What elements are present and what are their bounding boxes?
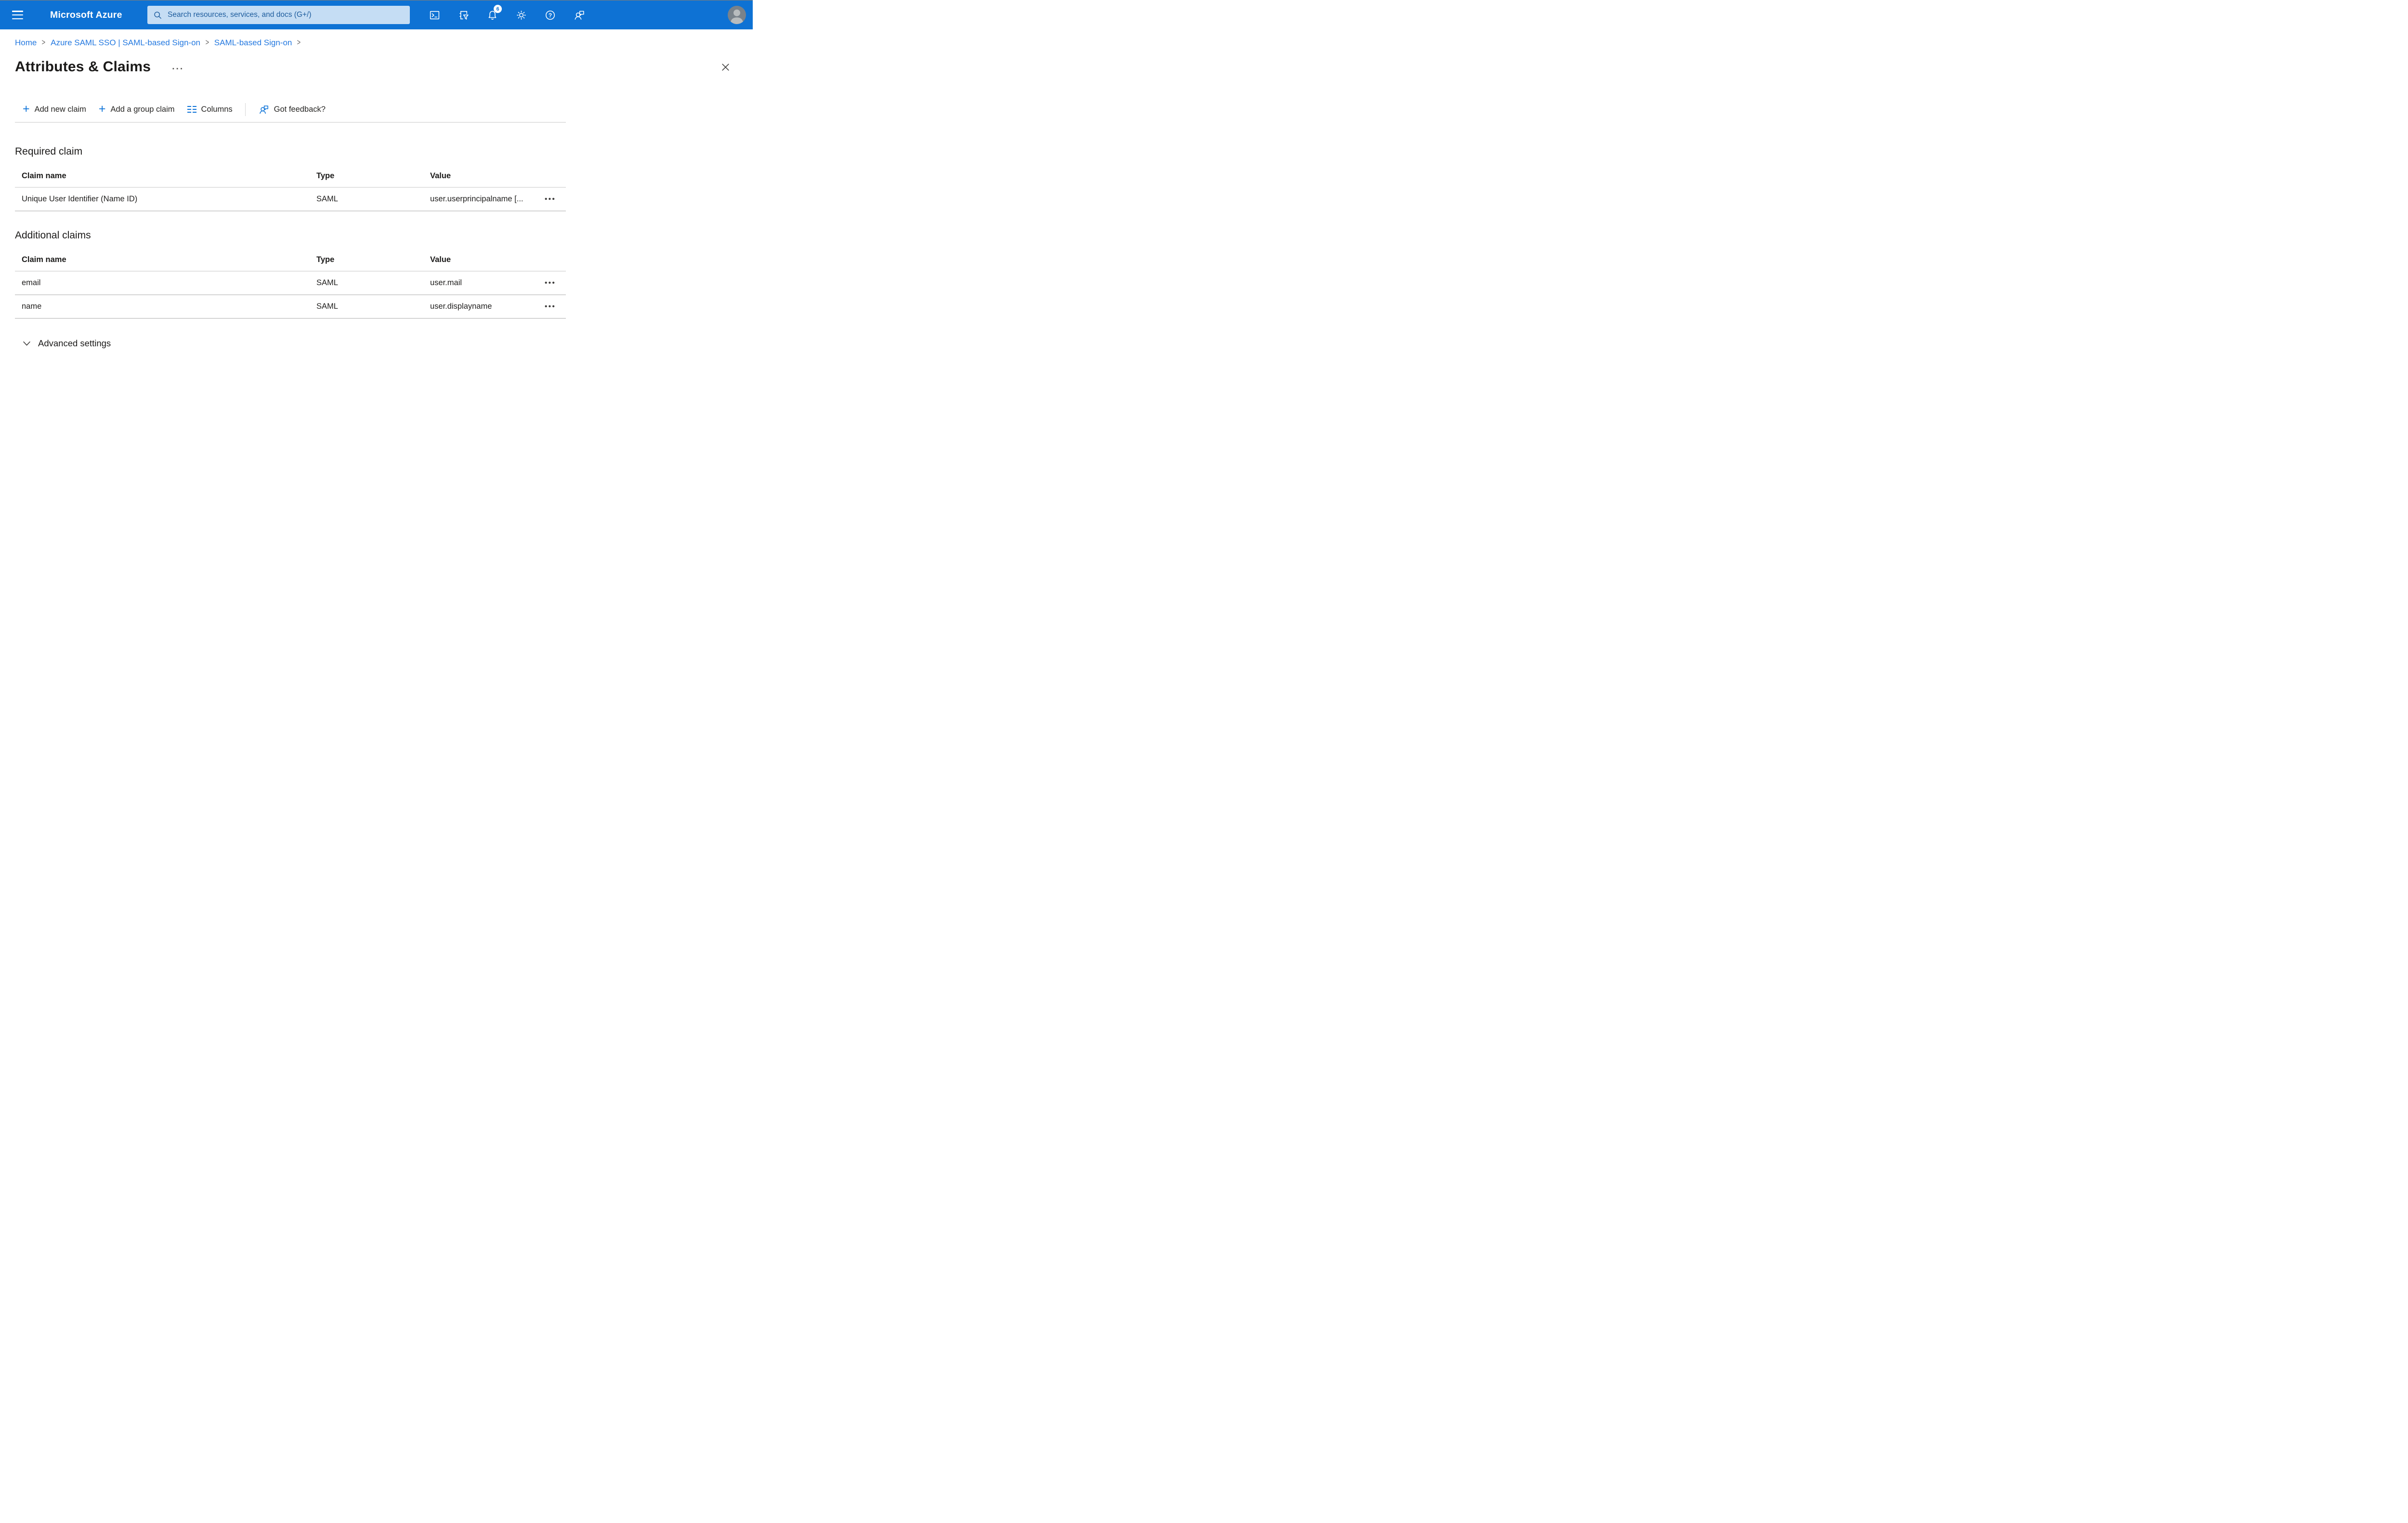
breadcrumb-link-home[interactable]: Home — [15, 38, 37, 48]
add-group-claim-button[interactable]: + Add a group claim — [98, 102, 175, 116]
cloud-shell-button[interactable] — [425, 5, 444, 25]
additional-claims-table: Claim name Type Value email SAML user.ma… — [15, 249, 566, 319]
cell-claim-name: Unique User Identifier (Name ID) — [22, 195, 138, 203]
global-search[interactable] — [147, 6, 410, 24]
got-feedback-icon — [259, 105, 268, 114]
close-icon — [722, 63, 729, 71]
azure-portal-page: Microsoft Azure Search resources, servic… — [0, 0, 753, 381]
got-feedback-button[interactable]: Got feedback? — [258, 104, 326, 115]
row-context-menu-icon[interactable]: ••• — [545, 303, 566, 310]
top-bar: Microsoft Azure Search resources, servic… — [0, 0, 753, 29]
svg-text:?: ? — [548, 12, 551, 18]
table-row[interactable]: email SAML user.mail ••• — [15, 272, 566, 295]
column-header-value: Value — [430, 255, 451, 264]
additional-claims-heading: Additional claims — [15, 230, 91, 241]
table-row[interactable]: name SAML user.displayname ••• — [15, 295, 566, 319]
hamburger-menu-icon[interactable] — [12, 11, 23, 19]
breadcrumb: Home > Azure SAML SSO | SAML-based Sign-… — [15, 38, 753, 48]
help-icon: ? — [545, 10, 555, 20]
breadcrumb-link-saml-sign-on[interactable]: SAML-based Sign-on — [214, 38, 292, 48]
cell-type: SAML — [316, 195, 338, 203]
title-more-icon[interactable]: ··· — [172, 65, 184, 74]
cell-value: user.userprincipalname [... — [430, 195, 523, 203]
settings-button[interactable] — [511, 5, 531, 25]
page-title: Attributes & Claims — [15, 59, 151, 75]
directory-filter-icon — [459, 11, 469, 20]
table-header-row: Claim name Type Value — [15, 249, 566, 272]
row-context-menu-icon[interactable]: ••• — [545, 279, 566, 287]
toolbar-divider — [245, 103, 246, 116]
advanced-settings-toggle[interactable]: Advanced settings — [23, 338, 753, 349]
cell-value: user.displayname — [430, 302, 492, 311]
column-header-claim-name: Claim name — [22, 255, 66, 264]
settings-gear-icon — [516, 10, 526, 20]
breadcrumb-link-app-sign-on[interactable]: Azure SAML SSO | SAML-based Sign-on — [51, 38, 200, 48]
columns-label: Columns — [201, 105, 233, 114]
feedback-person-icon — [574, 11, 584, 20]
add-new-claim-button[interactable]: + Add new claim — [23, 102, 86, 116]
help-button[interactable]: ? — [540, 5, 560, 25]
required-claim-section: Required claim Claim name Type Value Uni… — [0, 145, 753, 211]
table-row[interactable]: Unique User Identifier (Name ID) SAML us… — [15, 188, 566, 211]
plus-icon: + — [23, 102, 30, 116]
chevron-down-icon — [23, 341, 30, 346]
column-header-value: Value — [430, 171, 451, 180]
advanced-settings-label: Advanced settings — [38, 338, 111, 348]
feedback-button[interactable] — [569, 5, 589, 25]
avatar[interactable] — [728, 6, 746, 24]
toolbar-rule — [15, 122, 566, 123]
directory-filter-button[interactable] — [454, 5, 473, 25]
page-header: Attributes & Claims ··· — [15, 58, 732, 76]
got-feedback-label: Got feedback? — [274, 105, 326, 114]
columns-icon — [187, 105, 196, 113]
cell-type: SAML — [316, 302, 338, 311]
additional-claims-section: Additional claims Claim name Type Value … — [0, 229, 753, 319]
required-claim-table: Claim name Type Value Unique User Identi… — [15, 165, 566, 211]
breadcrumb-separator-icon: > — [297, 38, 301, 48]
header-actions: 6 ? — [425, 5, 589, 25]
command-bar: + Add new claim + Add a group claim Colu… — [23, 102, 753, 117]
close-button[interactable] — [719, 61, 732, 74]
brand-title[interactable]: Microsoft Azure — [50, 0, 122, 29]
breadcrumb-separator-icon: > — [42, 38, 46, 48]
column-header-type: Type — [316, 171, 335, 180]
columns-button[interactable]: Columns — [187, 105, 233, 114]
table-header-row: Claim name Type Value — [15, 165, 566, 188]
notification-badge: 6 — [494, 5, 502, 13]
search-icon — [154, 11, 161, 19]
cell-claim-name: email — [22, 278, 41, 287]
column-header-type: Type — [316, 255, 335, 264]
column-header-claim-name: Claim name — [22, 171, 66, 180]
notifications-button[interactable]: 6 — [483, 5, 502, 25]
cell-claim-name: name — [22, 302, 42, 311]
add-new-claim-label: Add new claim — [34, 105, 86, 114]
required-claim-heading: Required claim — [15, 146, 83, 157]
avatar-person-icon — [730, 9, 744, 24]
add-group-claim-label: Add a group claim — [110, 105, 175, 114]
plus-icon: + — [98, 102, 106, 116]
cloud-shell-icon — [430, 11, 439, 19]
search-input[interactable] — [167, 10, 404, 20]
row-context-menu-icon[interactable]: ••• — [545, 196, 566, 203]
breadcrumb-separator-icon: > — [205, 38, 209, 48]
cell-type: SAML — [316, 278, 338, 287]
cell-value: user.mail — [430, 278, 462, 287]
